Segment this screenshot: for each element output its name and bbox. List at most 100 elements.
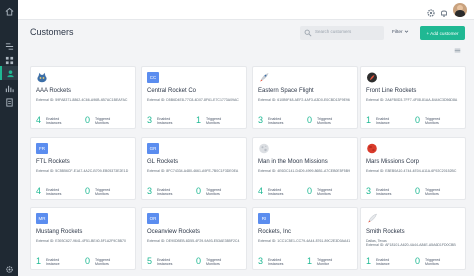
triggered-count: 0: [85, 256, 91, 266]
customer-name: Oceanview Rockets: [147, 229, 201, 235]
customers-icon[interactable]: [0, 66, 18, 80]
gear-icon[interactable]: [426, 5, 436, 17]
triggered-count: 1: [307, 256, 313, 266]
customer-card[interactable]: Front Line Rockets External ID: 2A4FB0D3-…: [360, 66, 466, 129]
external-id: External ID: 610B9F48-AEF2-4AF3-A3D0-E0C…: [258, 98, 350, 102]
customer-name: Mars Missions Corp: [366, 159, 420, 165]
customer-initials-avatar: RI: [258, 213, 270, 224]
customer-name: Central Rocket Co: [147, 88, 197, 94]
customer-name: Smith Rockets: [366, 229, 405, 235]
external-id: External ID: 4E6DC141-D4D9-4999-86B1-A7C…: [258, 169, 351, 173]
enabled-label: Enabled Instances: [376, 188, 392, 197]
external-id: External ID: D5B6D4E8-77C8-4D07-8F61-E7C…: [147, 98, 239, 102]
card-metrics: 4 Enabled Instances 0 Triggered Monitors: [36, 186, 134, 198]
customer-card[interactable]: OR Oceanview Rockets External ID: DE90DBEB…: [141, 207, 247, 270]
enabled-count: 4: [36, 186, 42, 196]
triggered-label: Triggered Monitors: [425, 258, 441, 267]
customer-initials-avatar: FR: [36, 143, 48, 154]
document-icon[interactable]: [4, 97, 14, 107]
search-input[interactable]: Search customers: [300, 26, 384, 40]
search-icon: [304, 29, 312, 37]
triggered-count: 1: [196, 115, 202, 125]
card-metrics: 3 Enabled Instances 1 Triggered Monitor: [258, 256, 356, 268]
bell-icon[interactable]: [439, 5, 449, 17]
triggered-count: 0: [196, 186, 202, 196]
triggered-label: Triggered Monitors: [95, 258, 111, 267]
triggered-label: Triggered Monitors: [95, 188, 111, 197]
external-id: External ID: 2A4FB0D3-7FF7-4F08-81AA-844…: [366, 98, 458, 102]
customer-card[interactable]: RI Rockets, Inc External ID: 1CC1C5E1-CC79…: [252, 207, 358, 270]
customer-name: FTL Rockets: [36, 159, 70, 165]
external-id: External ID: E8EB0A10-4744-4E04-A11A-6F9…: [366, 169, 457, 173]
grid-icon[interactable]: [4, 55, 14, 65]
triggered-label: Triggered Monitors: [425, 188, 441, 197]
customer-name: Eastern Space Flight: [258, 88, 314, 94]
page-title: Customers: [30, 27, 74, 37]
external-id: External ID: 1CC1C5E1-CC79-4A44-8761-89C…: [258, 239, 351, 243]
enabled-count: 1: [366, 256, 372, 266]
triggered-label: Triggered Monitors: [317, 188, 333, 197]
view-toggle-icon[interactable]: [454, 48, 461, 53]
triggered-label: Triggered Monitors: [206, 188, 222, 197]
filter-button[interactable]: Filter: [392, 29, 409, 35]
triggered-count: 0: [196, 256, 202, 266]
customer-name: Mustang Rockets: [36, 229, 83, 235]
external-id: External ID: DE90DBEB-6D55-4F29-9A93-E53…: [147, 239, 240, 243]
enabled-count: 4: [258, 186, 264, 196]
customer-card[interactable]: MR Mustang Rockets External ID: E393C627-9…: [30, 207, 136, 270]
external-id: External ID: 5C5B56CF-E1A7-4A2C-B709-EB0…: [36, 169, 129, 173]
enabled-count: 1: [366, 115, 372, 125]
triggered-count: 0: [415, 115, 421, 125]
enabled-label: Enabled Instance: [376, 117, 390, 126]
enabled-label: Enabled Instances: [157, 188, 173, 197]
settings-icon[interactable]: [4, 264, 14, 274]
enabled-count: 3: [366, 186, 372, 196]
triggered-label: Triggered Monitors: [206, 117, 222, 126]
customer-card[interactable]: CC Central Rocket Co External ID: D5B6D4E8…: [141, 66, 247, 129]
flow-icon[interactable]: [4, 41, 14, 51]
customer-name: Front Line Rockets: [366, 88, 417, 94]
user-avatar[interactable]: [453, 3, 467, 17]
enabled-count: 3: [147, 186, 153, 196]
enabled-label: Enabled Instances: [46, 117, 62, 126]
enabled-label: Enabled Instances: [268, 188, 284, 197]
external-id: Dallas, Texas External ID: AF18101-A620-…: [366, 239, 456, 248]
triggered-label: Triggered Monitors: [425, 117, 441, 126]
search-placeholder: Search customers: [315, 29, 352, 34]
enabled-count: 3: [258, 256, 264, 266]
customer-card[interactable]: Man in the Moon Missions External ID: 4E6…: [252, 137, 358, 200]
external-id: External ID: 59FA8371-8862-4C66-A96B-4B7…: [36, 98, 128, 102]
enabled-label: Enabled Instance: [46, 258, 60, 267]
customer-card[interactable]: AAA Rockets External ID: 59FA8371-8862-4C…: [30, 66, 136, 129]
mars-logo: [366, 143, 378, 154]
enabled-count: 1: [36, 256, 42, 266]
customer-initials-avatar: MR: [36, 213, 48, 224]
top-bar: [18, 0, 474, 20]
customer-initials-avatar: CC: [147, 72, 159, 83]
add-customer-button[interactable]: + Add customer: [420, 26, 465, 40]
triggered-label: Triggered Monitors: [95, 117, 111, 126]
home-icon[interactable]: [4, 6, 14, 16]
enabled-label: Enabled Instance: [376, 258, 390, 267]
chart-icon[interactable]: [4, 83, 14, 93]
enabled-count: 4: [36, 115, 42, 125]
card-metrics: 4 Enabled Instances 0 Triggered Monitors: [36, 115, 134, 127]
triggered-count: 0: [415, 256, 421, 266]
customer-card[interactable]: FR FTL Rockets External ID: 5C5B56CF-E1A7-…: [30, 137, 136, 200]
customer-card[interactable]: Mars Missions Corp External ID: E8EB0A10-…: [360, 137, 466, 200]
triggered-label: Triggered Monitor: [317, 258, 333, 267]
triggered-count: 0: [85, 115, 91, 125]
card-metrics: 3 Enabled Instances 1 Triggered Monitors: [147, 115, 245, 127]
card-metrics: 5 Enabled Instances 0 Triggered Monitors: [147, 256, 245, 268]
customer-card[interactable]: Eastern Space Flight External ID: 610B9F4…: [252, 66, 358, 129]
triggered-label: Triggered Monitors: [206, 258, 222, 267]
sidebar-nav: [0, 0, 18, 276]
card-metrics: 1 Enabled Instance 0 Triggered Monitors: [366, 256, 464, 268]
card-metrics: 3 Enabled Instances 0 Triggered Monitors: [258, 115, 356, 127]
customer-card[interactable]: GR GL Rockets External ID: 8FC74334-A480-4…: [141, 137, 247, 200]
enabled-count: 3: [147, 115, 153, 125]
external-id: External ID: E393C627-9641-4F51-BE40-5F1…: [36, 239, 126, 243]
customer-card[interactable]: Smith Rockets Dallas, Texas External ID: …: [360, 207, 466, 270]
external-id: External ID: 8FC74334-A480-4661-A9FE-7B0…: [147, 169, 239, 173]
card-metrics: 3 Enabled Instances 0 Triggered Monitors: [147, 186, 245, 198]
